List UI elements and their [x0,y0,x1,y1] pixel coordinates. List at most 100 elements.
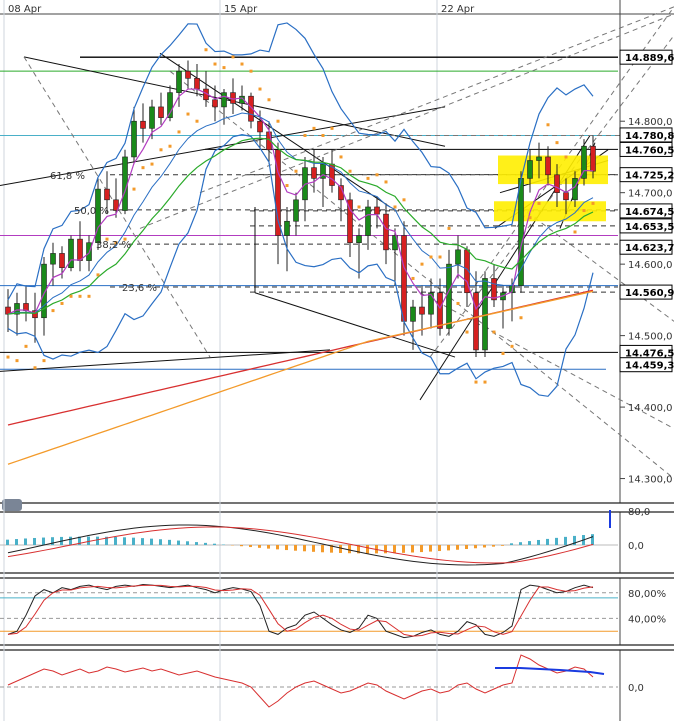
sar-dot [592,202,595,205]
sar-dot [52,309,55,312]
macd-histogram-bar [294,545,297,551]
panel-separator [0,573,674,578]
macd-histogram-bar [42,538,45,545]
sar-dot [7,356,10,359]
candle-body [78,239,83,260]
macd-histogram-bar [33,538,36,545]
mom-tick-label: 0,0 [628,683,644,694]
date-label: 08 Apr [8,4,42,15]
candle-body [213,100,218,107]
candle-body [294,200,299,221]
macd-histogram-bar [132,538,135,545]
macd-histogram-bar [501,545,504,546]
sar-dot [367,177,370,180]
price-tag-label: 14.889,6 [625,53,674,64]
macd-histogram-bar [285,545,288,550]
sar-dot [565,155,568,158]
sar-dot [286,184,289,187]
sar-dot [160,148,163,151]
macd-histogram-bar [438,545,441,551]
macd-histogram-bar [24,538,27,545]
sar-dot [484,381,487,384]
stoch-tick-label: 40,00% [628,614,666,625]
macd-histogram-bar [465,545,468,549]
fib-label: 38,2 % [96,240,131,251]
macd-histogram-bar [204,543,207,545]
y-tick-label: 14.800,0 [628,117,673,128]
y-tick-label: 14.700,0 [628,189,673,200]
macd-histogram-bar [420,545,423,552]
sar-dot [358,205,361,208]
candle-body [375,207,380,214]
sar-dot [394,205,397,208]
sar-dot [142,166,145,169]
macd-histogram-bar [195,542,198,545]
collapse-handle [2,499,22,511]
candle-body [150,107,155,128]
macd-histogram-bar [591,534,594,545]
sar-dot [250,70,253,73]
sar-dot [502,352,505,355]
sar-dot [574,230,577,233]
sar-dot [61,302,64,305]
macd-histogram-bar [69,537,72,545]
macd-histogram-bar [15,539,18,545]
candle-body [546,157,551,175]
candle-body [123,157,128,211]
macd-histogram-bar [555,538,558,545]
candle-body [141,121,146,128]
macd-histogram-bar [267,545,270,549]
sar-dot [583,209,586,212]
sar-dot [223,66,226,69]
sar-dot [493,331,496,334]
candle-body [177,71,182,92]
sar-dot [556,141,559,144]
macd-histogram-bar [528,541,531,545]
macd-histogram-bar [447,545,450,550]
macd-histogram-bar [564,537,567,545]
candle-body [222,93,227,107]
macd-histogram-bar [393,545,396,553]
macd-histogram-bar [474,545,477,548]
macd-histogram-bar [186,541,189,545]
macd-histogram-bar [96,537,99,545]
candle-body [186,71,191,78]
macd-histogram-bar [411,545,414,552]
sar-dot [79,295,82,298]
sar-dot [241,63,244,66]
candle-body [384,214,389,250]
candle-body [438,293,443,329]
y-tick-label: 14.500,0 [628,332,673,343]
sar-dot [304,134,307,137]
sar-dot [277,120,280,123]
y-tick-label: 14.400,0 [628,403,673,414]
y-tick-label: 14.600,0 [628,260,673,271]
candle-body [312,168,317,179]
sar-dot [340,155,343,158]
candle-body [429,293,434,314]
candle-body [555,175,560,193]
fib-label: 50,0 % [74,206,109,217]
stoch-tick-label: 80,00% [628,589,666,600]
sar-dot [151,163,154,166]
fib-label: 61,8 % [50,171,85,182]
date-label: 22 Apr [441,4,475,15]
macd-histogram-bar [150,539,153,545]
sar-dot [169,145,172,148]
sar-dot [331,127,334,130]
price-tag-label: 14.459,3 [625,361,674,372]
sar-dot [529,216,532,219]
macd-histogram-bar [159,539,162,545]
candle-body [528,161,533,179]
sar-dot [520,316,523,319]
sar-dot [259,88,262,91]
sar-dot [376,173,379,176]
sar-dot [214,63,217,66]
sar-dot [232,55,235,58]
candle-body [195,78,200,89]
candle-body [357,236,362,243]
sar-dot [538,202,541,205]
macd-histogram-bar [114,537,117,545]
macd-histogram-bar [402,545,405,553]
macd-tick-label: 0,0 [628,541,644,552]
